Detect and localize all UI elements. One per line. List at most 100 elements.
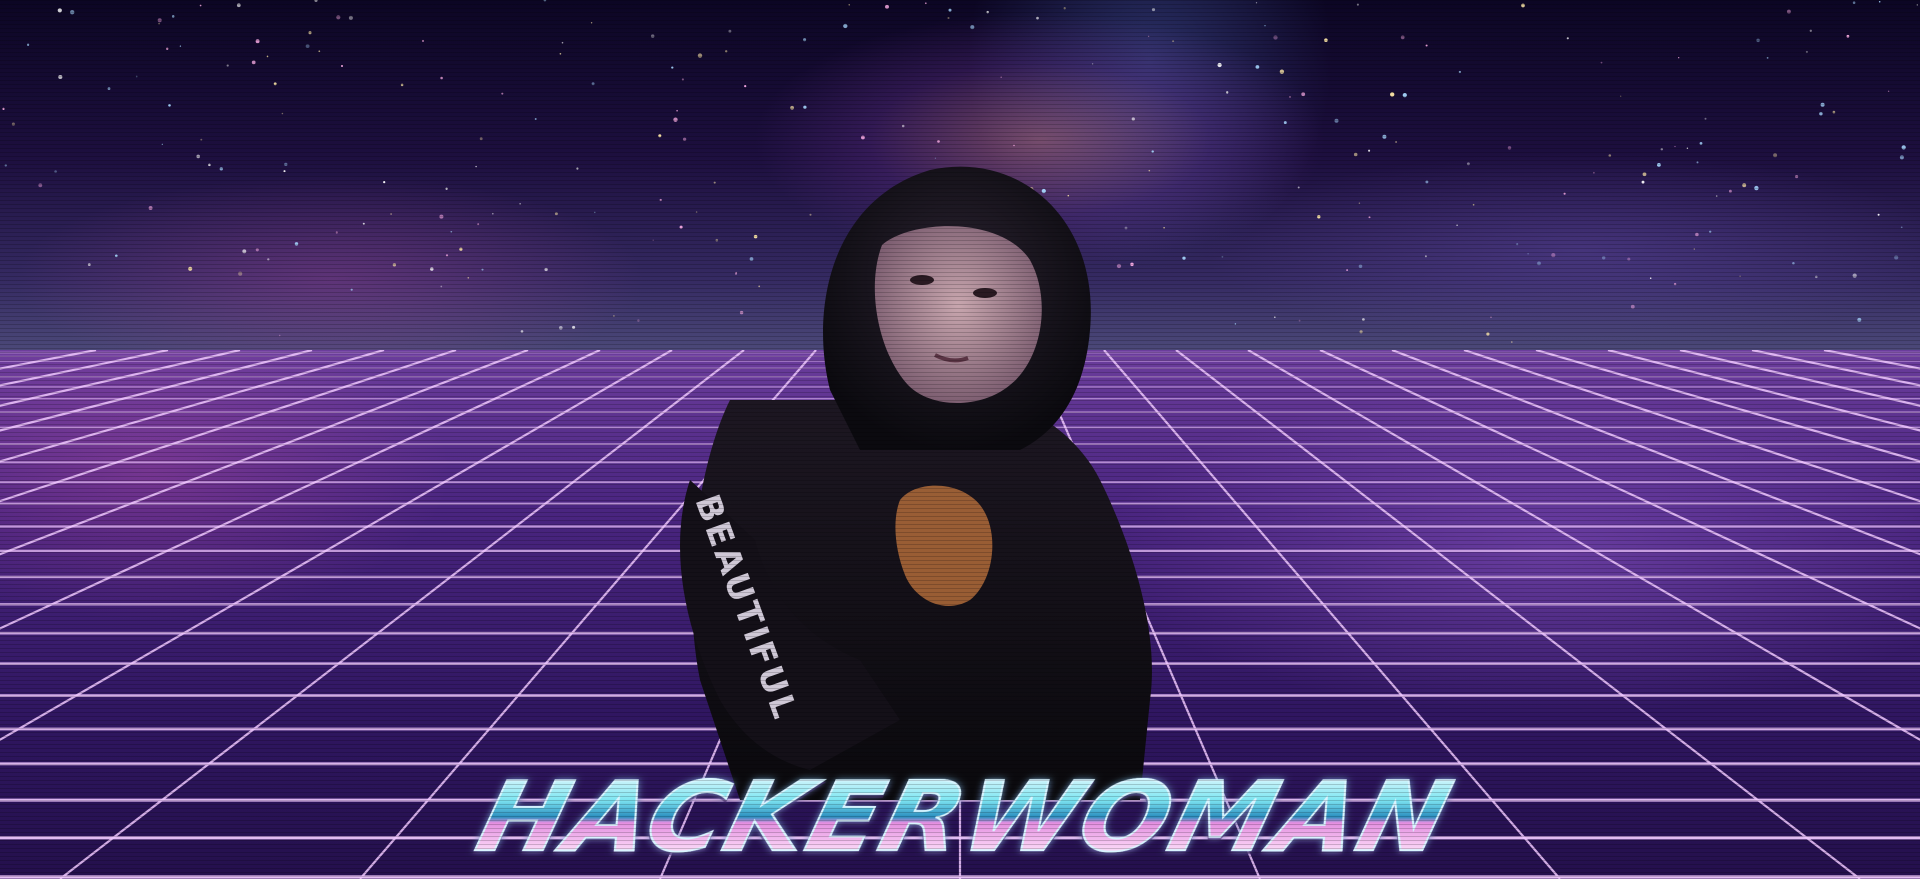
- star: [1301, 92, 1306, 97]
- star: [637, 319, 640, 322]
- star: [1709, 230, 1712, 233]
- star: [1324, 38, 1328, 42]
- star: [171, 15, 175, 18]
- star: [1279, 69, 1285, 74]
- star: [572, 325, 576, 329]
- star: [383, 181, 386, 184]
- star: [1773, 153, 1778, 158]
- star: [70, 10, 75, 15]
- star: [1887, 90, 1890, 92]
- star: [1221, 255, 1224, 258]
- star: [314, 0, 318, 2]
- star: [1255, 65, 1260, 69]
- star: [1704, 117, 1707, 120]
- star: [543, 0, 547, 2]
- star: [1131, 117, 1135, 121]
- star: [924, 2, 927, 5]
- star: [1490, 316, 1492, 318]
- star: [1217, 62, 1222, 68]
- star: [1182, 256, 1186, 260]
- star: [200, 138, 203, 141]
- star: [308, 31, 312, 35]
- star: [255, 39, 260, 44]
- star: [242, 249, 247, 254]
- star: [1346, 269, 1349, 272]
- star: [350, 288, 353, 291]
- star: [1678, 57, 1680, 59]
- star: [728, 29, 732, 33]
- star: [652, 239, 654, 241]
- star: [491, 212, 494, 215]
- star: [860, 135, 865, 140]
- star: [281, 112, 284, 115]
- star: [475, 165, 477, 168]
- star: [1425, 44, 1428, 47]
- star: [612, 315, 615, 317]
- star: [1901, 145, 1906, 150]
- star: [477, 223, 480, 226]
- star: [1795, 175, 1799, 179]
- star: [459, 247, 463, 251]
- star: [238, 271, 243, 276]
- right-eye: [973, 288, 997, 298]
- star: [157, 18, 162, 23]
- star: [1234, 323, 1237, 325]
- star: [1630, 304, 1635, 309]
- left-eye: [910, 275, 934, 285]
- star: [673, 117, 678, 122]
- star: [1715, 195, 1718, 197]
- star: [1656, 162, 1661, 167]
- star: [1649, 277, 1652, 280]
- star: [479, 137, 483, 141]
- star: [445, 254, 449, 257]
- star: [1820, 102, 1825, 107]
- star: [790, 105, 795, 110]
- star: [1402, 93, 1407, 98]
- star: [1091, 63, 1094, 65]
- star: [1466, 162, 1470, 166]
- star: [534, 118, 537, 120]
- star: [1356, 3, 1359, 6]
- star: [947, 16, 950, 20]
- star: [725, 50, 728, 53]
- star: [1809, 29, 1812, 32]
- star: [318, 50, 321, 53]
- hackerwoman-logo: HACKERWOMAN: [466, 760, 1464, 874]
- star: [179, 45, 182, 47]
- star: [1456, 224, 1458, 227]
- star: [208, 163, 211, 167]
- star: [284, 162, 288, 167]
- star: [558, 325, 563, 330]
- star: [676, 109, 678, 112]
- star: [1673, 282, 1677, 286]
- star: [1696, 161, 1699, 164]
- star: [278, 334, 281, 337]
- star: [236, 3, 241, 8]
- star: [1846, 34, 1850, 38]
- star: [561, 41, 564, 44]
- star: [440, 76, 443, 80]
- star: [1916, 4, 1918, 6]
- star: [501, 92, 504, 95]
- star: [671, 66, 674, 69]
- star: [1600, 61, 1603, 64]
- star: [1742, 183, 1747, 188]
- star: [1172, 40, 1175, 43]
- star: [166, 47, 169, 50]
- star: [439, 214, 444, 219]
- star: [1289, 96, 1291, 98]
- star: [188, 266, 193, 271]
- star: [1353, 152, 1358, 157]
- star: [843, 23, 848, 29]
- star: [11, 122, 15, 126]
- star: [1511, 341, 1513, 343]
- star: [255, 248, 259, 252]
- star: [421, 39, 425, 42]
- star: [158, 22, 161, 25]
- star: [196, 154, 201, 159]
- star: [681, 78, 684, 81]
- star: [390, 213, 392, 215]
- star: [1593, 171, 1595, 174]
- star: [1255, 2, 1258, 4]
- star: [590, 22, 593, 24]
